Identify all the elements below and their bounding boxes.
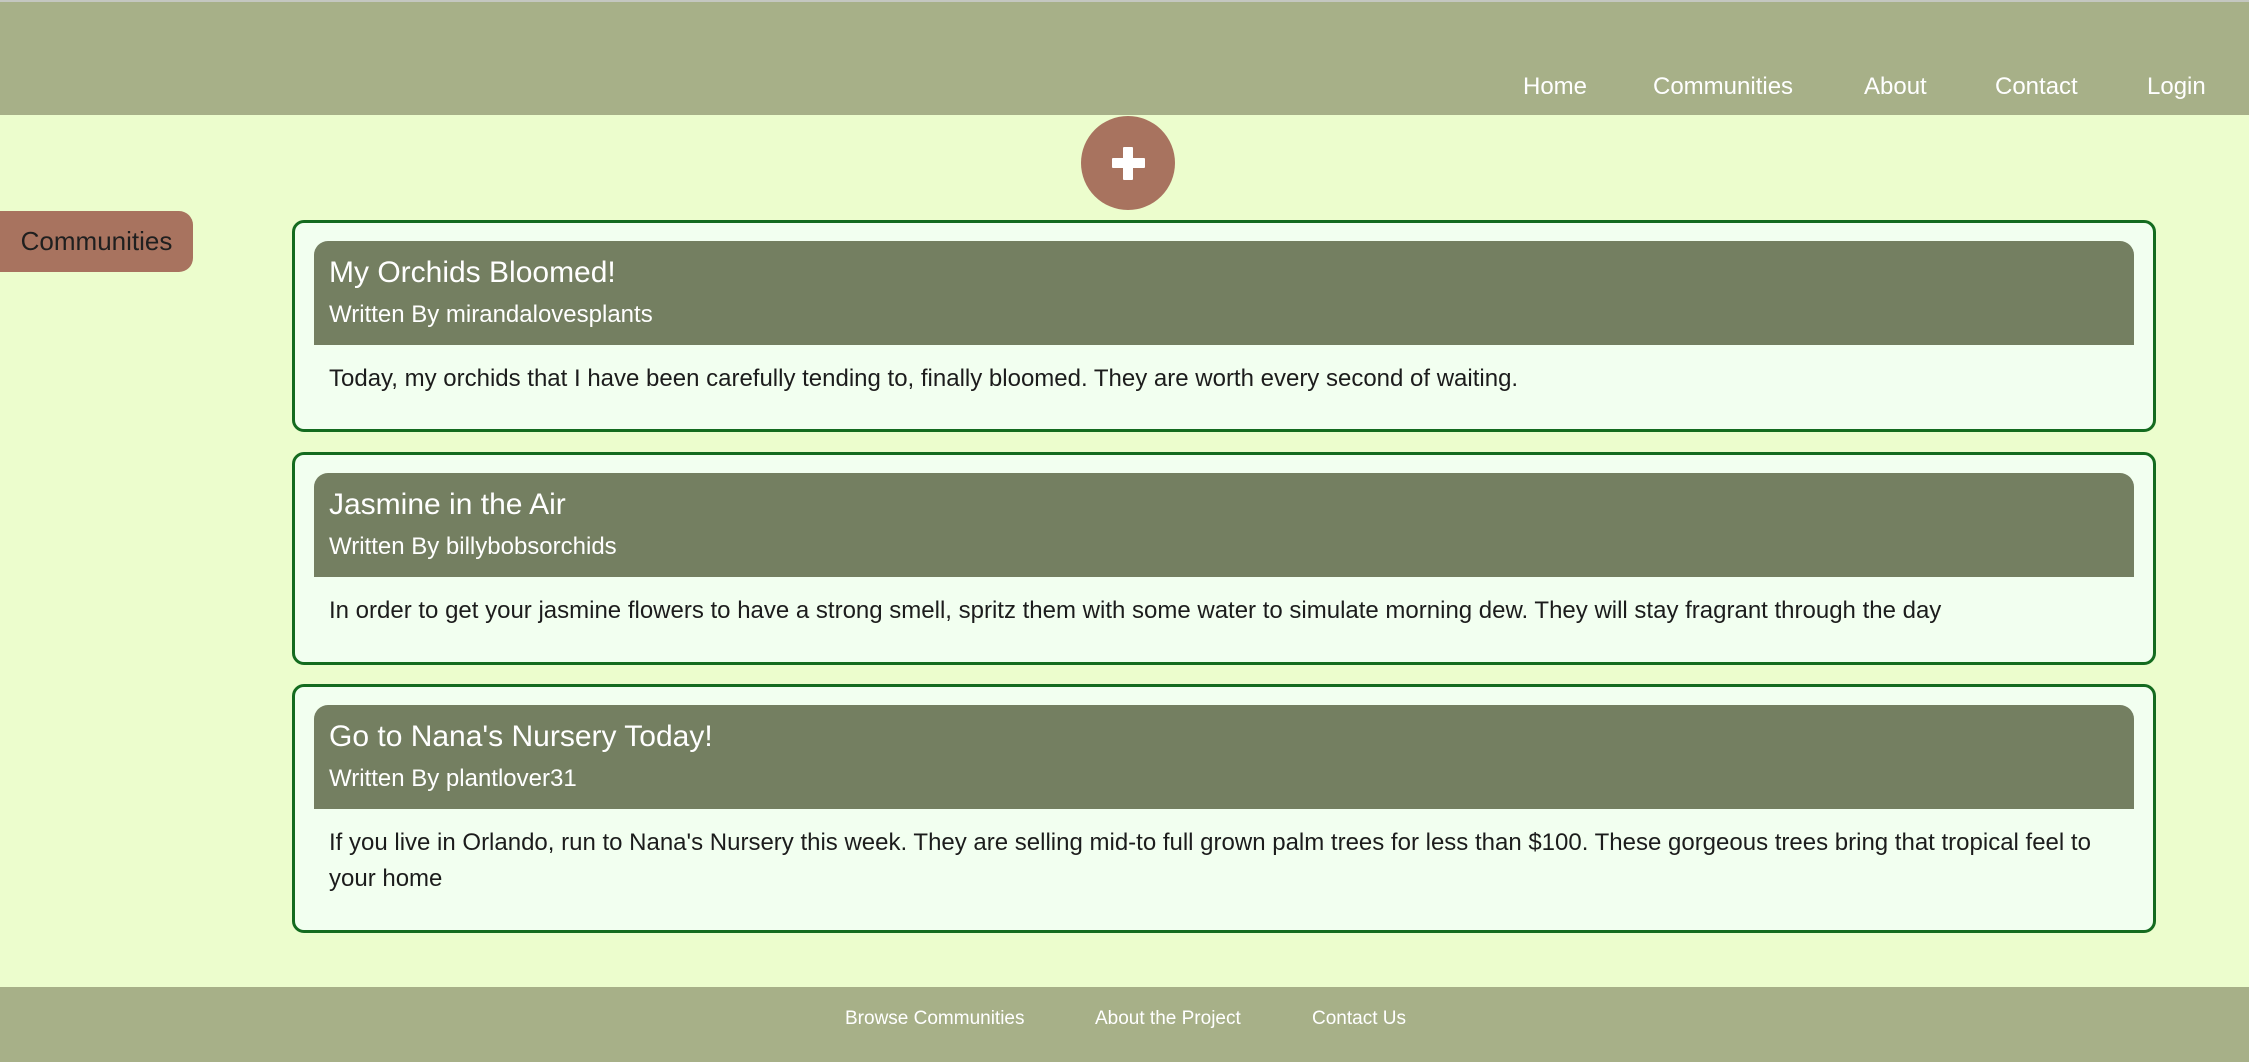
post-card[interactable]: Go to Nana's Nursery Today! Written By p… [292,684,2156,933]
post-title[interactable]: Go to Nana's Nursery Today! [329,717,713,757]
post-author: Written By billybobsorchids [329,533,617,560]
footer: Browse Communities About the Project Con… [0,987,2249,1062]
nav-contact-link[interactable]: Contact [1995,72,2078,102]
nav-communities-link[interactable]: Communities [1653,72,1793,102]
communities-sidebar-button[interactable]: Communities [0,211,193,272]
post-author: Written By plantlover31 [329,765,577,792]
top-navbar: Home Communities About Contact Login [0,2,2249,115]
footer-browse-communities-link[interactable]: Browse Communities [845,1004,1025,1034]
nav-home-link[interactable]: Home [1523,72,1587,102]
post-title[interactable]: Jasmine in the Air [329,485,566,525]
post-header: My Orchids Bloomed! Written By mirandalo… [314,241,2134,345]
post-header: Jasmine in the Air Written By billybobso… [314,473,2134,577]
post-body: If you live in Orlando, run to Nana's Nu… [329,829,2091,892]
nav-login-link[interactable]: Login [2147,72,2206,102]
add-post-button[interactable] [1081,116,1175,210]
post-title[interactable]: My Orchids Bloomed! [329,253,616,293]
post-card[interactable]: Jasmine in the Air Written By billybobso… [292,452,2156,665]
post-header: Go to Nana's Nursery Today! Written By p… [314,705,2134,809]
post-body: In order to get your jasmine flowers to … [329,597,1942,624]
nav-about-link[interactable]: About [1864,72,1927,102]
post-card[interactable]: My Orchids Bloomed! Written By mirandalo… [292,220,2156,432]
footer-about-project-link[interactable]: About the Project [1095,1004,1241,1034]
post-author: Written By mirandalovesplants [329,301,653,328]
post-body: Today, my orchids that I have been caref… [329,365,1519,392]
footer-contact-us-link[interactable]: Contact Us [1312,1004,1406,1034]
